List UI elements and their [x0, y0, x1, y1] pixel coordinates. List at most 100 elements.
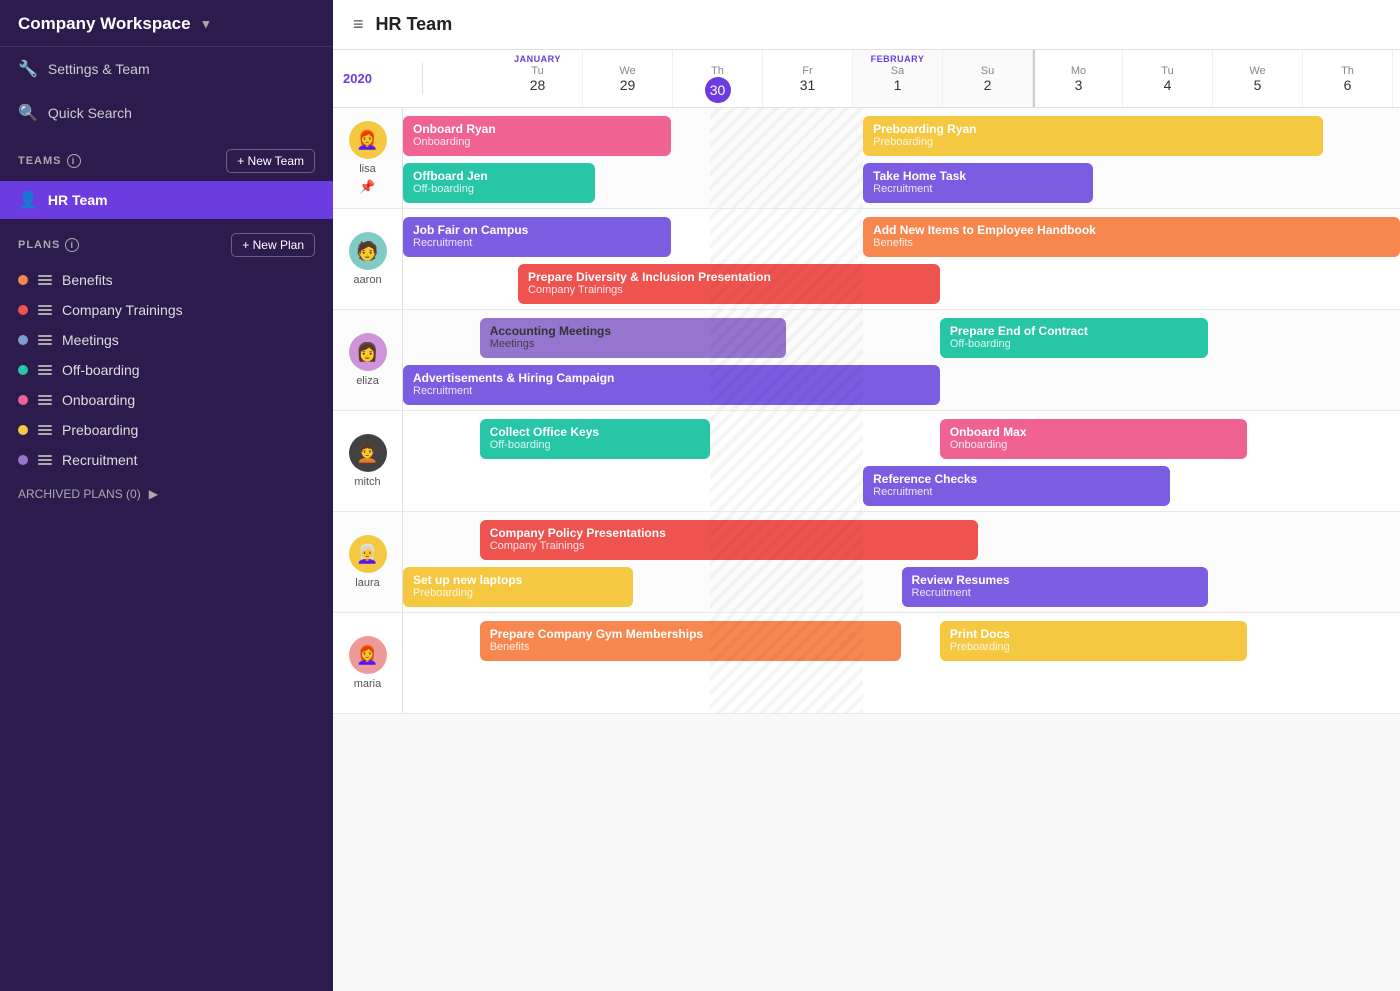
- sidebar-plan-item[interactable]: Recruitment: [0, 445, 333, 475]
- calendar-body: 👩‍🦰 lisa 📌 Onboard Ryan Onboarding Prebo…: [333, 108, 1400, 714]
- task-bar[interactable]: Review Resumes Recruitment: [902, 567, 1209, 607]
- workspace-label: Company Workspace: [18, 14, 191, 34]
- sidebar-plan-item[interactable]: Company Trainings: [0, 295, 333, 325]
- day-name: We: [585, 65, 670, 77]
- task-bar[interactable]: Set up new laptops Preboarding: [403, 567, 633, 607]
- sidebar-item-settings[interactable]: 🔧 Settings & Team: [0, 47, 333, 91]
- task-title: Print Docs: [950, 627, 1237, 641]
- task-plan: Preboarding: [413, 587, 623, 599]
- task-bar[interactable]: Add New Items to Employee Handbook Benef…: [863, 217, 1400, 257]
- person-timeline: Onboard Ryan Onboarding Preboarding Ryan…: [403, 108, 1400, 208]
- calendar-container: 2020 JANUARYTu28XWe29XTh30XFr31FEBRUARYS…: [333, 50, 1400, 991]
- task-bar[interactable]: Job Fair on Campus Recruitment: [403, 217, 671, 257]
- task-bar[interactable]: Collect Office Keys Off-boarding: [480, 419, 710, 459]
- calendar-day-header: XWe29: [583, 50, 673, 107]
- day-number: 2: [945, 77, 1030, 93]
- plan-name: Preboarding: [62, 422, 138, 438]
- workspace-selector[interactable]: Company Workspace ▾: [0, 0, 333, 47]
- sidebar-plan-item[interactable]: Meetings: [0, 325, 333, 355]
- month-label: JANUARY: [495, 54, 580, 64]
- task-plan: Preboarding: [873, 136, 1313, 148]
- weekend-hatch: [710, 108, 863, 208]
- person-info: 🧑 aaron: [333, 209, 403, 309]
- teams-info-icon[interactable]: i: [67, 154, 81, 168]
- task-title: Set up new laptops: [413, 573, 623, 587]
- sidebar-plan-item[interactable]: Onboarding: [0, 385, 333, 415]
- avatar: 👩‍🦰: [349, 121, 387, 159]
- day-number: 4: [1125, 77, 1210, 93]
- plan-dot: [18, 275, 28, 285]
- day-number: 29: [585, 77, 670, 93]
- plan-lines-icon: [38, 275, 52, 285]
- day-number-today: 30: [705, 77, 731, 103]
- task-bar[interactable]: Print Docs Preboarding: [940, 621, 1247, 661]
- task-bar[interactable]: Onboard Ryan Onboarding: [403, 116, 671, 156]
- task-bar[interactable]: Onboard Max Onboarding: [940, 419, 1247, 459]
- day-number: 3: [1037, 77, 1120, 93]
- person-timeline: Collect Office Keys Off-boarding Onboard…: [403, 411, 1400, 511]
- sidebar-plan-item[interactable]: Benefits: [0, 265, 333, 295]
- task-title: Prepare End of Contract: [950, 324, 1198, 338]
- plans-info-icon[interactable]: i: [65, 238, 79, 252]
- day-number: 1: [855, 77, 940, 93]
- task-title: Offboard Jen: [413, 169, 585, 183]
- task-plan: Onboarding: [950, 439, 1237, 451]
- task-title: Add New Items to Employee Handbook: [873, 223, 1390, 237]
- task-bar[interactable]: Prepare Company Gym Memberships Benefits: [480, 621, 902, 661]
- person-row: 🧑‍🦱 mitch Collect Office Keys Off-boardi…: [333, 411, 1400, 512]
- task-bar[interactable]: Reference Checks Recruitment: [863, 466, 1170, 506]
- person-name: laura: [355, 577, 379, 589]
- person-name: lisa: [359, 163, 376, 175]
- plans-list: Benefits Company Trainings Meetings Off-…: [0, 265, 333, 475]
- task-bar[interactable]: Accounting Meetings Meetings: [480, 318, 787, 358]
- weekend-hatch: [710, 411, 863, 511]
- task-title: Company Policy Presentations: [490, 526, 969, 540]
- team-label: HR Team: [48, 192, 108, 208]
- task-plan: Company Trainings: [490, 540, 969, 552]
- task-plan: Company Trainings: [528, 284, 930, 296]
- calendar-day-header: XTh30: [673, 50, 763, 107]
- day-name: Sa: [855, 65, 940, 77]
- task-bar[interactable]: Advertisements & Hiring Campaign Recruit…: [403, 365, 940, 405]
- person-name: mitch: [354, 476, 380, 488]
- calendar-days-header: JANUARYTu28XWe29XTh30XFr31FEBRUARYSa1XSu…: [493, 50, 1400, 107]
- day-name: Mo: [1037, 65, 1120, 77]
- calendar-day-header: XTh6: [1303, 50, 1393, 107]
- day-name: Tu: [495, 65, 580, 77]
- task-bar[interactable]: Take Home Task Recruitment: [863, 163, 1093, 203]
- person-info: 🧑‍🦱 mitch: [333, 411, 403, 511]
- new-team-button[interactable]: + New Team: [226, 149, 315, 173]
- task-bar[interactable]: Prepare Diversity & Inclusion Presentati…: [518, 264, 940, 304]
- avatar: 👩‍🦳: [349, 535, 387, 573]
- settings-icon: 🔧: [18, 59, 38, 79]
- task-bar[interactable]: Offboard Jen Off-boarding: [403, 163, 595, 203]
- task-plan: Benefits: [490, 641, 892, 653]
- person-info: 👩‍🦰 maria: [333, 613, 403, 713]
- page-title: HR Team: [376, 14, 453, 35]
- plans-section-label: PLANS: [18, 239, 60, 251]
- person-name: eliza: [356, 375, 379, 387]
- sidebar-plan-item[interactable]: Preboarding: [0, 415, 333, 445]
- day-number: 6: [1305, 77, 1390, 93]
- avatar: 🧑: [349, 232, 387, 270]
- calendar-year: 2020: [333, 63, 423, 94]
- menu-icon[interactable]: ≡: [353, 14, 364, 35]
- archived-plans-row[interactable]: ARCHIVED PLANS (0) ▶: [0, 475, 333, 513]
- task-title: Review Resumes: [912, 573, 1199, 587]
- search-icon: 🔍: [18, 103, 38, 123]
- calendar-header: 2020 JANUARYTu28XWe29XTh30XFr31FEBRUARYS…: [333, 50, 1400, 108]
- chevron-down-icon: ▾: [203, 16, 210, 32]
- sidebar-item-search[interactable]: 🔍 Quick Search: [0, 91, 333, 135]
- plan-name: Meetings: [62, 332, 119, 348]
- sidebar-item-hr-team[interactable]: 👤 HR Team: [0, 181, 333, 219]
- task-bar[interactable]: Preboarding Ryan Preboarding: [863, 116, 1323, 156]
- day-name: We: [1215, 65, 1300, 77]
- task-plan: Recruitment: [873, 183, 1083, 195]
- task-title: Advertisements & Hiring Campaign: [413, 371, 930, 385]
- sidebar-plan-item[interactable]: Off-boarding: [0, 355, 333, 385]
- task-bar[interactable]: Company Policy Presentations Company Tra…: [480, 520, 979, 560]
- task-title: Reference Checks: [873, 472, 1160, 486]
- task-bar[interactable]: Prepare End of Contract Off-boarding: [940, 318, 1208, 358]
- new-plan-button[interactable]: + New Plan: [231, 233, 315, 257]
- plan-dot: [18, 305, 28, 315]
